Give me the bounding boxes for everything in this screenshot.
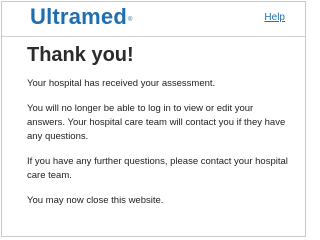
ultramed-logo: Ultramed® <box>30 4 132 30</box>
confirmation-content: Thank you! Your hospital has received yo… <box>27 42 292 208</box>
close-website-text: You may now close this website. <box>27 195 164 206</box>
header-bar: Ultramed® Help <box>2 2 305 37</box>
contact-care-team-text: If you have any further questions, pleas… <box>27 156 288 181</box>
registered-mark: ® <box>127 17 133 23</box>
no-longer-login-text: You will no longer be able to log in to … <box>27 103 286 142</box>
help-link[interactable]: Help <box>264 12 285 23</box>
page-frame: Ultramed® Help Thank you! Your hospital … <box>1 1 306 237</box>
page-title: Thank you! <box>27 44 134 66</box>
assessment-received-text: Your hospital has received your assessme… <box>27 78 216 89</box>
logo-text: Ultramed <box>30 4 127 29</box>
